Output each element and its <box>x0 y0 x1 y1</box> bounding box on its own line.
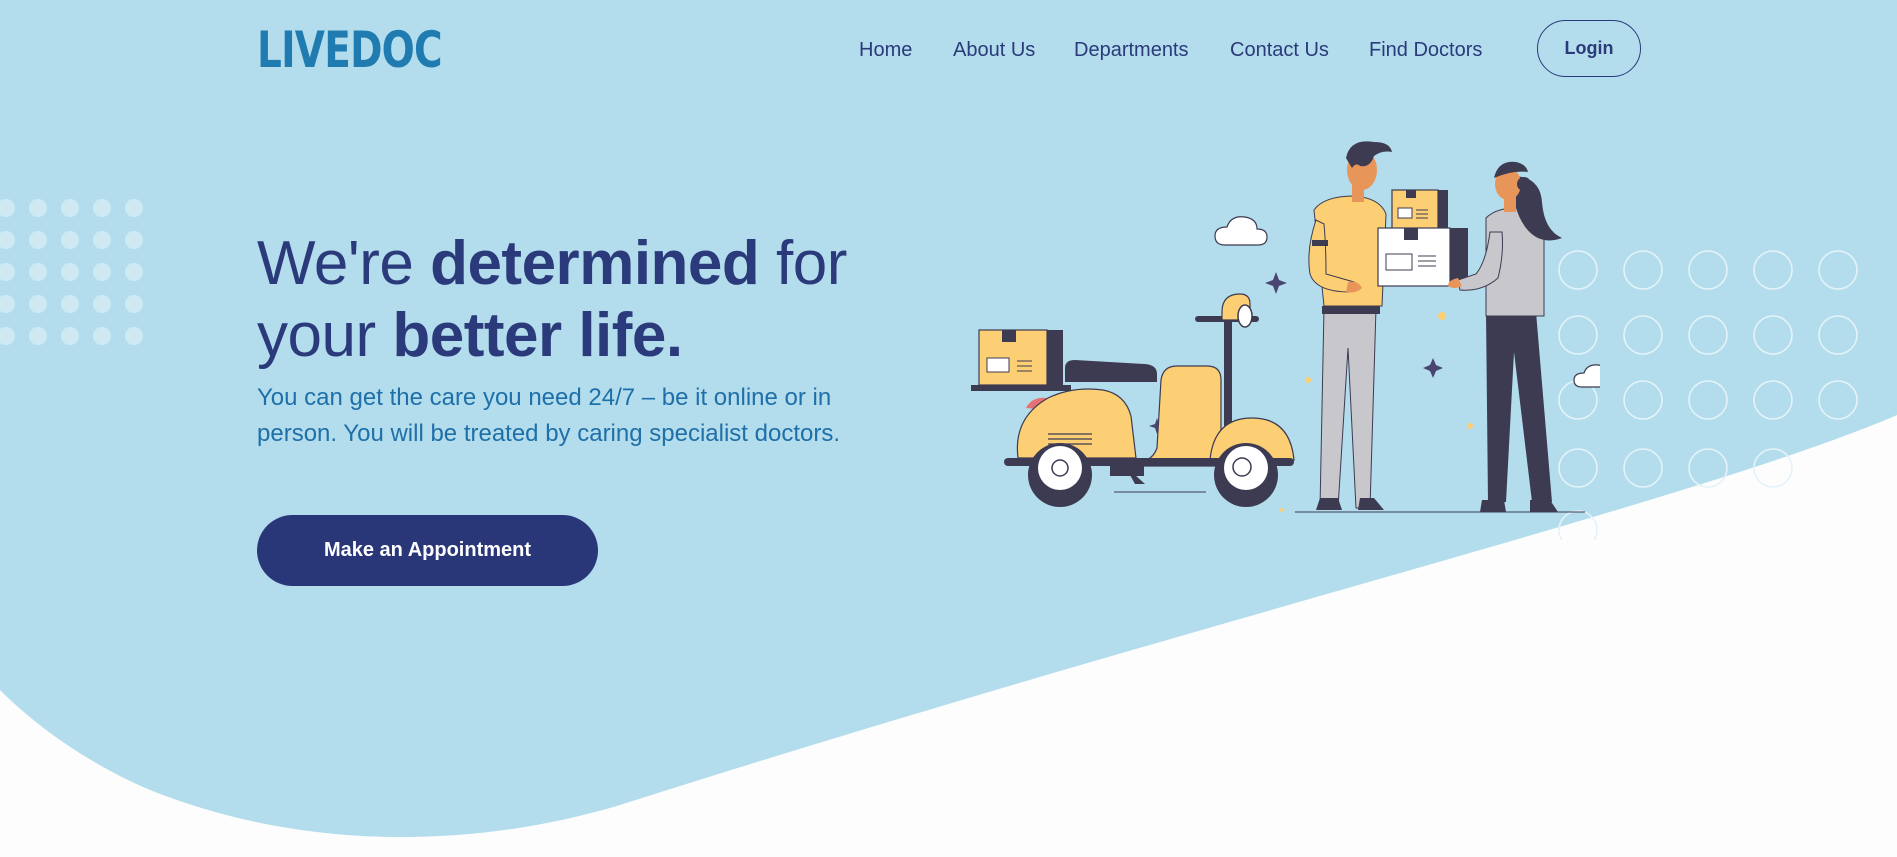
make-appointment-button[interactable]: Make an Appointment <box>257 515 598 586</box>
top-navigation: LIVEDOC Home About Us Departments Contac… <box>0 0 1897 100</box>
nav-link-find-doctors[interactable]: Find Doctors <box>1369 38 1482 62</box>
headline-bold-2: better life. <box>392 301 683 370</box>
nav-link-home[interactable]: Home <box>859 38 912 62</box>
hero-subtext: You can get the care you need 24/7 – be … <box>257 384 840 447</box>
login-button[interactable]: Login <box>1537 20 1641 77</box>
nav-link-departments[interactable]: Departments <box>1074 38 1189 62</box>
nav-link-contact-us[interactable]: Contact Us <box>1230 38 1329 62</box>
headline-part-3: your <box>257 301 393 370</box>
hero-section: We're determined for your better life. Y… <box>257 228 897 452</box>
delivery-illustration <box>971 141 1600 513</box>
headline-bold-1: determined <box>430 229 760 298</box>
headline-part-1: We're <box>257 229 431 298</box>
hero-headline: We're determined for your better life. <box>257 228 897 372</box>
decorative-dots-left <box>0 199 143 345</box>
headline-part-2: for <box>759 229 847 298</box>
nav-link-about-us[interactable]: About Us <box>953 38 1035 62</box>
